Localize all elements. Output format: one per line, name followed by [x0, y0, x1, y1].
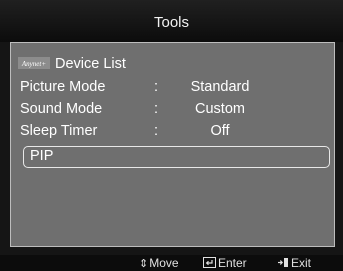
sound-mode-label: Sound Mode	[20, 101, 103, 117]
menu-item-device-list[interactable]: Anynet+ Device List	[18, 54, 333, 74]
separator: :	[154, 123, 159, 139]
menu-item-picture-mode[interactable]: Picture Mode : Standard	[18, 77, 333, 97]
tools-osd-menu: Tools Anynet+ Device List Picture Mode :…	[0, 0, 343, 271]
device-list-label: Device List	[55, 56, 126, 72]
separator: :	[154, 101, 159, 117]
menu-item-pip[interactable]: PIP	[23, 146, 330, 168]
exit-label: Exit	[291, 256, 312, 270]
sleep-timer-label: Sleep Timer	[20, 123, 98, 139]
enter-key-icon	[203, 257, 216, 268]
picture-mode-label: Picture Mode	[20, 79, 106, 95]
footer-hint-bar: ⇕Move Enter Exit	[0, 255, 343, 271]
footer-enter: Enter	[203, 256, 247, 270]
sound-mode-value: Custom	[195, 101, 245, 117]
pip-label: PIP	[30, 148, 54, 164]
up-down-arrows-icon: ⇕	[139, 258, 149, 270]
exit-icon	[278, 258, 288, 267]
picture-mode-value: Standard	[190, 79, 250, 95]
enter-label: Enter	[218, 256, 247, 270]
anynet-logo-text: Anynet+	[21, 60, 46, 68]
footer-move: ⇕Move	[139, 256, 179, 271]
move-label: Move	[149, 256, 179, 270]
anynet-logo-icon: Anynet+	[18, 57, 50, 70]
menu-item-sleep-timer[interactable]: Sleep Timer : Off	[18, 121, 333, 141]
sleep-timer-value: Off	[210, 123, 230, 139]
footer-exit: Exit	[277, 256, 311, 270]
title-bar: Tools	[0, 0, 343, 42]
menu-title: Tools	[153, 14, 190, 31]
menu-item-sound-mode[interactable]: Sound Mode : Custom	[18, 99, 333, 119]
separator: :	[154, 79, 159, 95]
